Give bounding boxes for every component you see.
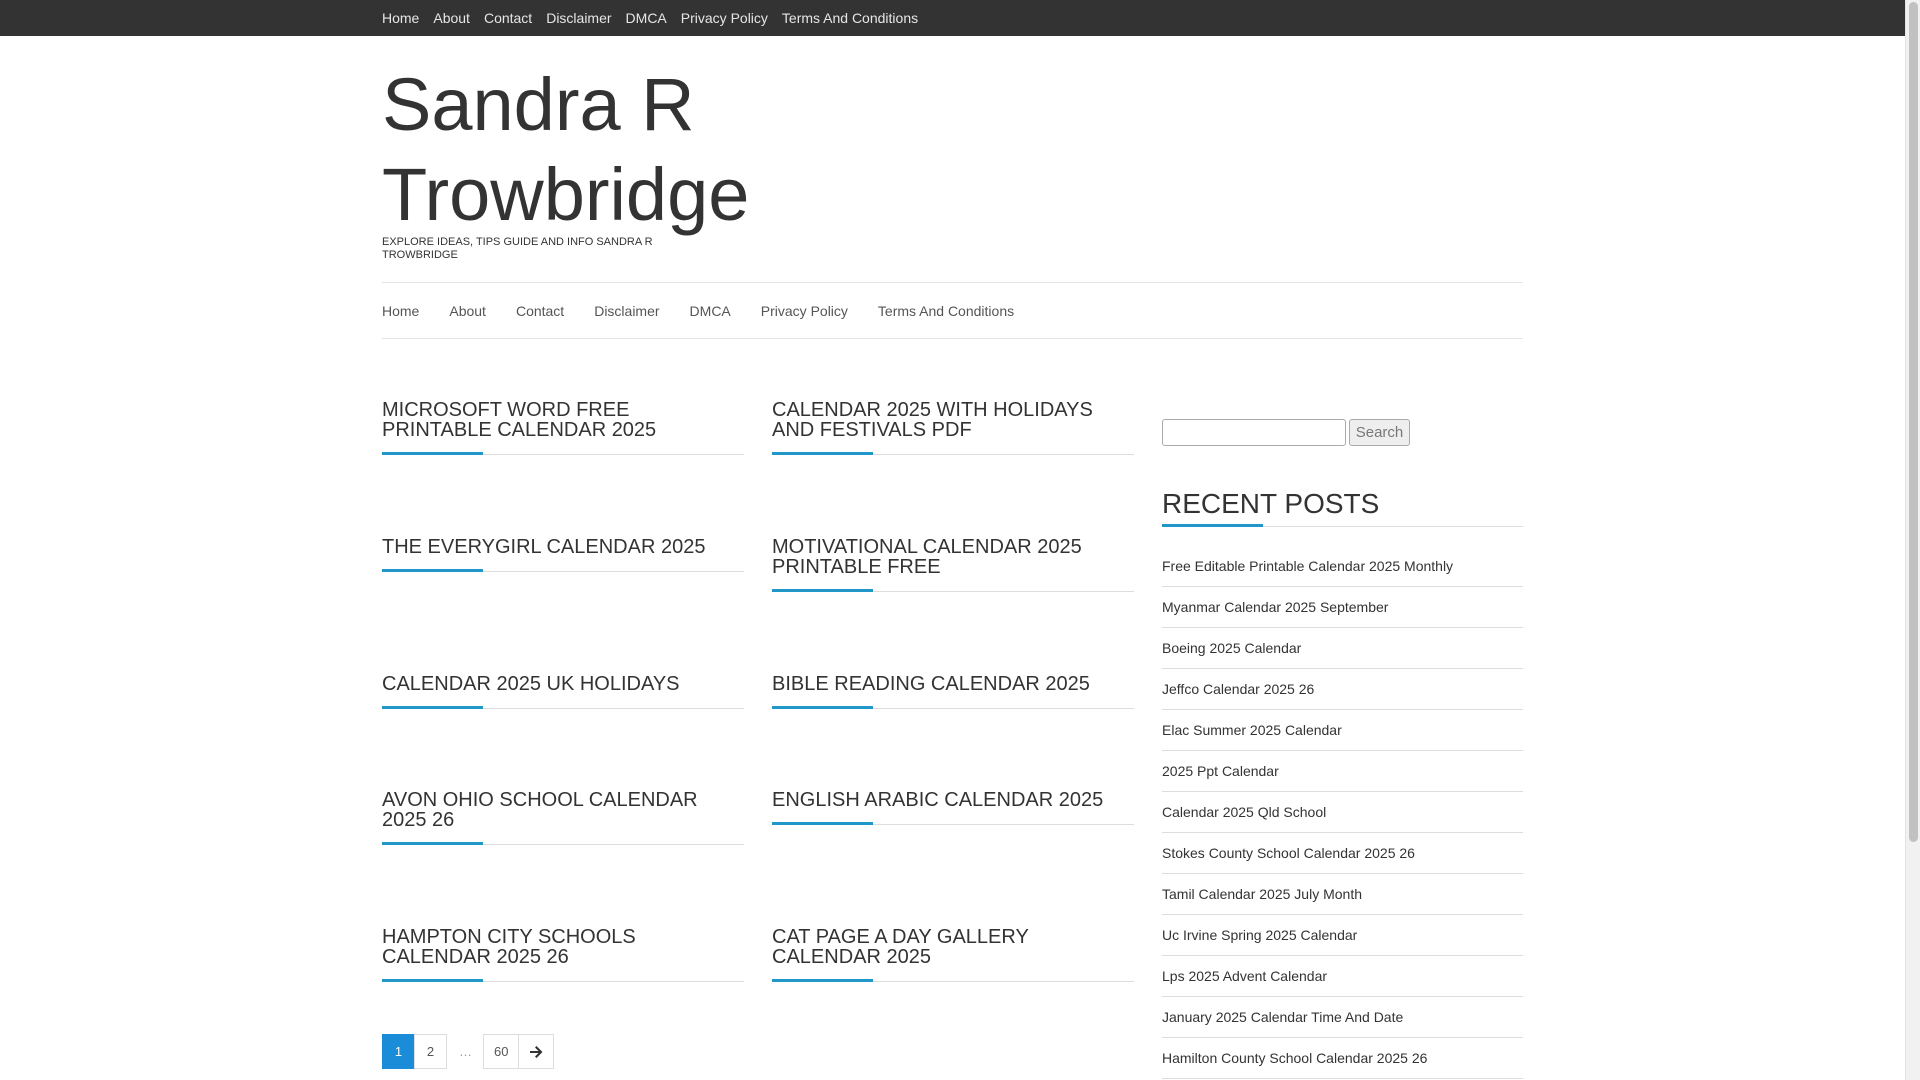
list-item: Elac Summer 2025 Calendar bbox=[1162, 710, 1523, 751]
search-button[interactable]: Search bbox=[1349, 419, 1410, 446]
list-item: Boeing 2025 Calendar bbox=[1162, 628, 1523, 669]
list-item: Calendar 2025 Qld School bbox=[1162, 792, 1523, 833]
recent-posts-title: RECENT POSTS bbox=[1162, 488, 1523, 527]
main-nav-home[interactable]: Home bbox=[382, 303, 419, 319]
recent-post-link[interactable]: Elac Summer 2025 Calendar bbox=[1162, 722, 1342, 738]
post-title[interactable]: CALENDAR 2025 UK HOLIDAYS bbox=[382, 674, 744, 708]
post-card: AVON OHIO SCHOOL CALENDAR 2025 26 bbox=[382, 790, 744, 845]
recent-post-link[interactable]: Jeffco Calendar 2025 26 bbox=[1162, 681, 1314, 697]
post-title[interactable]: THE EVERYGIRL CALENDAR 2025 bbox=[382, 537, 744, 571]
list-item: Uc Irvine Spring 2025 Calendar bbox=[1162, 915, 1523, 956]
recent-post-link[interactable]: Calendar 2025 Qld School bbox=[1162, 804, 1326, 820]
post-title[interactable]: HAMPTON CITY SCHOOLS CALENDAR 2025 26 bbox=[382, 927, 744, 981]
top-nav: Home About Contact Disclaimer DMCA Priva… bbox=[382, 0, 932, 36]
recent-post-link[interactable]: Free Editable Printable Calendar 2025 Mo… bbox=[1162, 558, 1453, 574]
widget-title-underline bbox=[1162, 524, 1263, 527]
pagination-ellipsis: … bbox=[447, 1034, 484, 1069]
post-title-underline bbox=[382, 569, 483, 572]
recent-post-link[interactable]: 2025 Ppt Calendar bbox=[1162, 763, 1279, 779]
post-title-underline bbox=[382, 979, 483, 982]
post-title[interactable]: MICROSOFT WORD FREE PRINTABLE CALENDAR 2… bbox=[382, 400, 744, 454]
post-title-underline bbox=[772, 589, 873, 592]
post-title-underline bbox=[772, 822, 873, 825]
list-item: Jeffco Calendar 2025 26 bbox=[1162, 669, 1523, 710]
post-title[interactable]: BIBLE READING CALENDAR 2025 bbox=[772, 674, 1134, 708]
main-nav-disclaimer[interactable]: Disclaimer bbox=[594, 303, 659, 319]
recent-post-link[interactable]: January 2025 Calendar Time And Date bbox=[1162, 1009, 1403, 1025]
scrollbar-thumb[interactable] bbox=[1909, 2, 1918, 842]
main-nav-terms[interactable]: Terms And Conditions bbox=[878, 303, 1014, 319]
list-item: Tamil Calendar 2025 July Month bbox=[1162, 874, 1523, 915]
page-scrollbar[interactable] bbox=[1905, 0, 1920, 1080]
top-nav-contact[interactable]: Contact bbox=[484, 0, 532, 36]
recent-post-link[interactable]: Hamilton County School Calendar 2025 26 bbox=[1162, 1050, 1427, 1066]
post-card: HAMPTON CITY SCHOOLS CALENDAR 2025 26 bbox=[382, 927, 744, 982]
main-nav: Home About Contact Disclaimer DMCA Priva… bbox=[382, 282, 1523, 339]
main-nav-contact[interactable]: Contact bbox=[516, 303, 564, 319]
post-card: BIBLE READING CALENDAR 2025 bbox=[772, 674, 1134, 709]
main-nav-about[interactable]: About bbox=[449, 303, 486, 319]
site-title[interactable]: Sandra R Trowbridge bbox=[382, 60, 802, 240]
post-title-underline bbox=[382, 452, 483, 455]
list-item: Free Editable Printable Calendar 2025 Mo… bbox=[1162, 546, 1523, 587]
top-nav-privacy-policy[interactable]: Privacy Policy bbox=[681, 0, 768, 36]
recent-post-link[interactable]: Uc Irvine Spring 2025 Calendar bbox=[1162, 927, 1357, 943]
pagination: 1 2 … 60 bbox=[382, 1034, 555, 1069]
post-card: THE EVERYGIRL CALENDAR 2025 bbox=[382, 537, 744, 572]
post-card: ENGLISH ARABIC CALENDAR 2025 bbox=[772, 790, 1134, 825]
top-bar: Home About Contact Disclaimer DMCA Priva… bbox=[0, 0, 1905, 36]
list-item: 2025 Ppt Calendar bbox=[1162, 751, 1523, 792]
post-card: MICROSOFT WORD FREE PRINTABLE CALENDAR 2… bbox=[382, 400, 744, 455]
post-card: CALENDAR 2025 UK HOLIDAYS bbox=[382, 674, 744, 709]
post-title-underline bbox=[772, 452, 873, 455]
page-1-current: 1 bbox=[382, 1034, 415, 1069]
main-nav-privacy-policy[interactable]: Privacy Policy bbox=[761, 303, 848, 319]
site-tagline: EXPLORE IDEAS, TIPS GUIDE AND INFO SANDR… bbox=[382, 236, 653, 261]
post-title-underline bbox=[772, 706, 873, 709]
recent-posts-list: Free Editable Printable Calendar 2025 Mo… bbox=[1162, 546, 1523, 1079]
search-form: Search bbox=[1162, 419, 1410, 446]
recent-post-link[interactable]: Stokes County School Calendar 2025 26 bbox=[1162, 845, 1415, 861]
page-60-link[interactable]: 60 bbox=[483, 1034, 520, 1069]
list-item: Hamilton County School Calendar 2025 26 bbox=[1162, 1038, 1523, 1079]
list-item: Myanmar Calendar 2025 September bbox=[1162, 587, 1523, 628]
list-item: Lps 2025 Advent Calendar bbox=[1162, 956, 1523, 997]
top-nav-about[interactable]: About bbox=[433, 0, 470, 36]
top-nav-terms[interactable]: Terms And Conditions bbox=[782, 0, 918, 36]
post-title-underline bbox=[382, 842, 483, 845]
recent-post-link[interactable]: Boeing 2025 Calendar bbox=[1162, 640, 1301, 656]
post-title[interactable]: CAT PAGE A DAY GALLERY CALENDAR 2025 bbox=[772, 927, 1134, 981]
recent-posts-title-text: RECENT POSTS bbox=[1162, 488, 1380, 519]
list-item: Stokes County School Calendar 2025 26 bbox=[1162, 833, 1523, 874]
top-nav-dmca[interactable]: DMCA bbox=[626, 0, 667, 36]
next-page-button[interactable] bbox=[518, 1034, 555, 1069]
post-title[interactable]: AVON OHIO SCHOOL CALENDAR 2025 26 bbox=[382, 790, 744, 844]
recent-post-link[interactable]: Myanmar Calendar 2025 September bbox=[1162, 599, 1388, 615]
post-title-underline bbox=[382, 706, 483, 709]
page-2-link[interactable]: 2 bbox=[414, 1034, 447, 1069]
post-card: CAT PAGE A DAY GALLERY CALENDAR 2025 bbox=[772, 927, 1134, 982]
top-nav-disclaimer[interactable]: Disclaimer bbox=[546, 0, 611, 36]
post-card: MOTIVATIONAL CALENDAR 2025 PRINTABLE FRE… bbox=[772, 537, 1134, 592]
recent-post-link[interactable]: Tamil Calendar 2025 July Month bbox=[1162, 886, 1362, 902]
post-title[interactable]: CALENDAR 2025 WITH HOLIDAYS AND FESTIVAL… bbox=[772, 400, 1134, 454]
page: Home About Contact Disclaimer DMCA Priva… bbox=[0, 0, 1920, 1080]
recent-post-link[interactable]: Lps 2025 Advent Calendar bbox=[1162, 968, 1327, 984]
post-title[interactable]: ENGLISH ARABIC CALENDAR 2025 bbox=[772, 790, 1134, 824]
list-item: January 2025 Calendar Time And Date bbox=[1162, 997, 1523, 1038]
arrow-right-icon bbox=[530, 1045, 543, 1058]
main-nav-dmca[interactable]: DMCA bbox=[690, 303, 731, 319]
post-title[interactable]: MOTIVATIONAL CALENDAR 2025 PRINTABLE FRE… bbox=[772, 537, 1134, 591]
top-nav-home[interactable]: Home bbox=[382, 0, 419, 36]
post-card: CALENDAR 2025 WITH HOLIDAYS AND FESTIVAL… bbox=[772, 400, 1134, 455]
search-input[interactable] bbox=[1162, 419, 1346, 446]
post-title-underline bbox=[772, 979, 873, 982]
